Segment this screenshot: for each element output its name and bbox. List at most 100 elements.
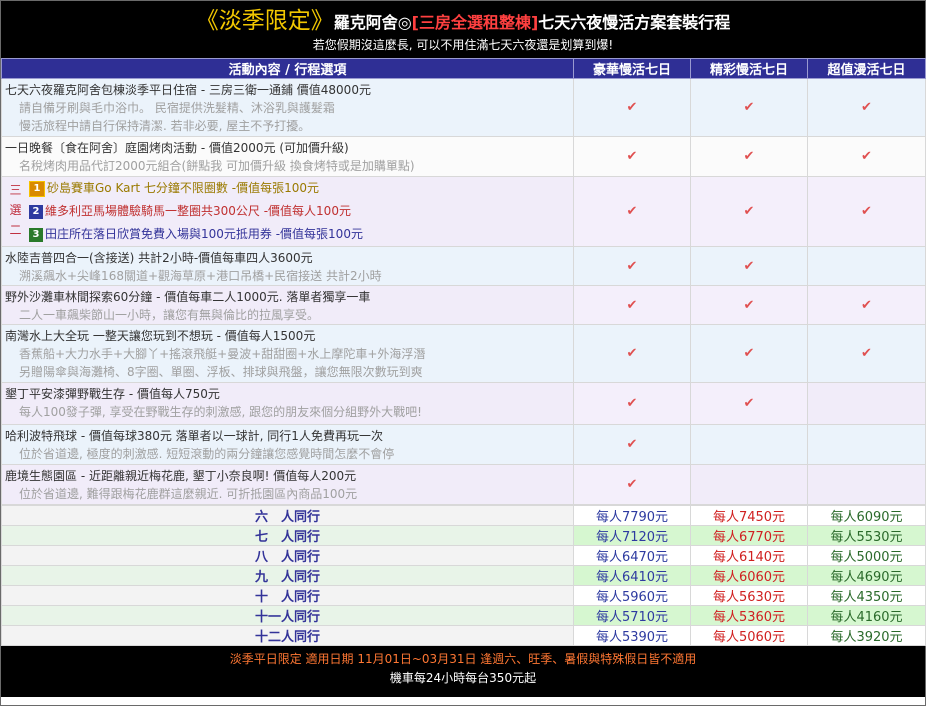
group-size-label: 十二人同行: [1, 625, 574, 646]
check-mark: ✔: [573, 176, 691, 247]
group-size-label: 九 人同行: [1, 565, 574, 586]
option-item: 2 維多利亞馬場體驗騎馬一整圈共300公尺 -價值每人100元: [29, 200, 573, 223]
empty-cell: [807, 246, 926, 286]
activity-detail: 名稅烤肉用品代訂2000元組合(餅點我 可加價升級 換食烤特或是加購單點): [19, 159, 415, 173]
activity-detail: 請自備牙刷與毛巾浴巾。 民宿提供洗髮精、沐浴乳與護髮霜: [19, 101, 335, 115]
activity-cell: 鹿境生態園區 - 近距離親近梅花鹿, 墾丁小奈良啊! 價值每人200元 位於省道…: [1, 464, 574, 505]
activity-detail: 位於省道邊, 極度的刺激感. 短短滾動的兩分鐘讓您感覺時間怎麼不會停: [19, 447, 395, 461]
activity-cell: 南灣水上大全玩 一整天讓您玩到不想玩 - 價值每人1500元 香蕉船+大力水手+…: [1, 324, 574, 383]
title-highlight: [三房全選租整棟]: [411, 13, 539, 32]
table-row: 七天六夜羅克阿舍包棟淡季平日住宿 - 三房三衛一通鋪 價值48000元 請自備牙…: [1, 78, 926, 137]
check-mark: ✔: [690, 285, 808, 325]
check-mark: ✔: [573, 246, 691, 286]
activity-title: 一日晚餐〔食在阿舍〕庭園烤肉活動 - 價值2000元 (可加價升級): [5, 141, 349, 155]
activity-title: 南灣水上大全玩 一整天讓您玩到不想玩 - 價值每人1500元: [5, 329, 316, 343]
choose-two-cell: 三選二 1 砂島賽車Go Kart 七分鐘不限圈數 -價值每張100元 2 維多利亞…: [1, 176, 574, 247]
option-label: 維多利亞馬場體驗騎馬一整圈共300公尺 -價值每人100元: [45, 204, 351, 218]
number-1-icon: 1: [29, 180, 45, 197]
price-plan1: 每人7120元: [573, 525, 691, 546]
title-tag: 《淡季限定》: [195, 8, 334, 34]
activity-title: 水陸吉普四合一(含接送) 共計2小時-價值每車四人3600元: [5, 251, 313, 265]
price-row: 九 人同行 每人6410元 每人6060元 每人4690元: [1, 565, 926, 586]
table-row: 哈利波特飛球 - 價值每球380元 落單者以一球計, 同行1人免費再玩一次 位於…: [1, 424, 926, 465]
price-plan2: 每人5360元: [690, 605, 808, 626]
price-row: 十 人同行 每人5960元 每人5630元 每人4350元: [1, 585, 926, 606]
table-row: 野外沙灘車林間探索60分鐘 - 價值每車二人1000元. 落單者獨享一車 二人一…: [1, 285, 926, 325]
price-plan2: 每人7450元: [690, 505, 808, 526]
check-mark: ✔: [690, 136, 808, 177]
page-header: 《淡季限定》羅克阿舍◎[三房全選租整棟]七天六夜慢活方案套裝行程 若您假期沒這麼…: [1, 1, 925, 58]
price-plan2: 每人6060元: [690, 565, 808, 586]
activity-detail: 位於省道邊, 難得跟梅花鹿群這麼親近. 可折抵園區內商品100元: [19, 487, 358, 501]
price-plan1: 每人6410元: [573, 565, 691, 586]
activity-title: 鹿境生態園區 - 近距離親近梅花鹿, 墾丁小奈良啊! 價值每人200元: [5, 469, 357, 483]
check-mark: ✔: [573, 285, 691, 325]
option-item: 3 田庄所在落日欣賞免費入場與100元抵用券 -價值每張100元: [29, 223, 573, 246]
footer-notice: 淡季平日限定 適用日期 11月01日~03月31日 逢週六、旺季、暑假與特殊假日…: [229, 652, 697, 666]
col-header-activity: 活動內容 / 行程選項: [1, 58, 574, 79]
activity-cell: 墾丁平安漆彈野戰生存 - 價值每人750元 每人100發子彈, 享受在野戰生存的…: [1, 382, 574, 425]
activity-detail: 香蕉船+大力水手+大腳丫+搖滾飛艇+曼波+甜甜圈+水上摩陀車+外海浮潛: [19, 347, 426, 361]
empty-cell: [807, 382, 926, 425]
price-plan2: 每人5630元: [690, 585, 808, 606]
activity-title: 哈利波特飛球 - 價值每球380元 落單者以一球計, 同行1人免費再玩一次: [5, 429, 383, 443]
check-mark: ✔: [573, 78, 691, 137]
price-row: 六 人同行 每人7790元 每人7450元 每人6090元: [1, 505, 926, 526]
empty-cell: [807, 424, 926, 465]
number-2-icon: 2: [29, 204, 43, 219]
activity-title: 野外沙灘車林間探索60分鐘 - 價值每車二人1000元. 落單者獨享一車: [5, 290, 371, 304]
check-mark: ✔: [573, 464, 691, 505]
check-mark: ✔: [573, 136, 691, 177]
check-mark: ✔: [690, 246, 808, 286]
activity-cell: 七天六夜羅克阿舍包棟淡季平日住宿 - 三房三衛一通鋪 價值48000元 請自備牙…: [1, 78, 574, 137]
option-label: 砂島賽車Go Kart 七分鐘不限圈數 -價值每張100元: [47, 181, 319, 195]
check-mark: ✔: [573, 324, 691, 383]
price-plan3: 每人3920元: [807, 625, 926, 646]
group-size-label: 六 人同行: [1, 505, 574, 526]
check-mark: ✔: [690, 382, 808, 425]
check-mark: ✔: [807, 285, 926, 325]
activity-detail: 慢活旅程中請自行保持清潔. 若非必要, 屋主不予打擾。: [19, 119, 311, 133]
price-plan3: 每人4160元: [807, 605, 926, 626]
col-header-plan2: 精彩慢活七日: [690, 58, 808, 79]
activity-title: 七天六夜羅克阿舍包棟淡季平日住宿 - 三房三衛一通鋪 價值48000元: [5, 83, 371, 97]
empty-cell: [690, 464, 808, 505]
price-row: 七 人同行 每人7120元 每人6770元 每人5530元: [1, 525, 926, 546]
empty-cell: [690, 424, 808, 465]
price-plan3: 每人6090元: [807, 505, 926, 526]
title-brand: 羅克阿舍◎: [333, 13, 412, 32]
check-mark: ✔: [690, 324, 808, 383]
price-plan2: 每人6140元: [690, 545, 808, 566]
activity-cell: 哈利波特飛球 - 價值每球380元 落單者以一球計, 同行1人免費再玩一次 位於…: [1, 424, 574, 465]
check-mark: ✔: [807, 176, 926, 247]
activity-detail: 另贈陽傘與海灘椅、8字圈、單圈、浮板、排球與飛盤，讓您無限次數玩到爽: [19, 365, 423, 379]
page-title: 《淡季限定》羅克阿舍◎[三房全選租整棟]七天六夜慢活方案套裝行程: [1, 1, 925, 36]
check-mark: ✔: [807, 78, 926, 137]
activity-detail: 每人100發子彈, 享受在野戰生存的刺激感, 跟您的朋友來個分組野外大戰吧!: [19, 405, 422, 419]
check-mark: ✔: [573, 382, 691, 425]
price-plan2: 每人5060元: [690, 625, 808, 646]
activity-cell: 野外沙灘車林間探索60分鐘 - 價值每車二人1000元. 落單者獨享一車 二人一…: [1, 285, 574, 325]
table-row: 南灣水上大全玩 一整天讓您玩到不想玩 - 價值每人1500元 香蕉船+大力水手+…: [1, 324, 926, 383]
table-row: 三選二 1 砂島賽車Go Kart 七分鐘不限圈數 -價值每張100元 2 維多利亞…: [1, 176, 926, 247]
option-item: 1 砂島賽車Go Kart 七分鐘不限圈數 -價值每張100元: [29, 177, 573, 200]
price-plan3: 每人5000元: [807, 545, 926, 566]
check-mark: ✔: [807, 324, 926, 383]
price-plan2: 每人6770元: [690, 525, 808, 546]
title-tail: 七天六夜慢活方案套裝行程: [538, 13, 731, 32]
table-row: 墾丁平安漆彈野戰生存 - 價值每人750元 每人100發子彈, 享受在野戰生存的…: [1, 382, 926, 425]
price-row: 十一人同行 每人5710元 每人5360元 每人4160元: [1, 605, 926, 626]
activity-cell: 水陸吉普四合一(含接送) 共計2小時-價值每車四人3600元 溯溪飆水+尖峰16…: [1, 246, 574, 286]
price-table: 六 人同行 每人7790元 每人7450元 每人6090元 七 人同行 每人71…: [1, 505, 926, 646]
price-plan1: 每人7790元: [573, 505, 691, 526]
price-plan3: 每人4690元: [807, 565, 926, 586]
option-label: 田庄所在落日欣賞免費入場與100元抵用券 -價值每張100元: [45, 227, 363, 241]
check-mark: ✔: [690, 78, 808, 137]
table-header-row: 活動內容 / 行程選項 豪華慢活七日 精彩慢活七日 超值漫活七日: [1, 58, 926, 79]
page-subtitle: 若您假期沒這麼長, 可以不用住滿七天六夜還是划算到爆!: [312, 38, 614, 52]
footer-scooter-note: 機車每24小時每台350元起: [389, 671, 537, 685]
choose-two-label: 三選二: [9, 183, 22, 237]
activity-detail: 二人一車飆柴節山一小時，讓您有無與倫比的拉風享受。: [19, 308, 320, 322]
price-row: 八 人同行 每人6470元 每人6140元 每人5000元: [1, 545, 926, 566]
page-footer: 淡季平日限定 適用日期 11月01日~03月31日 逢週六、旺季、暑假與特殊假日…: [1, 646, 925, 697]
